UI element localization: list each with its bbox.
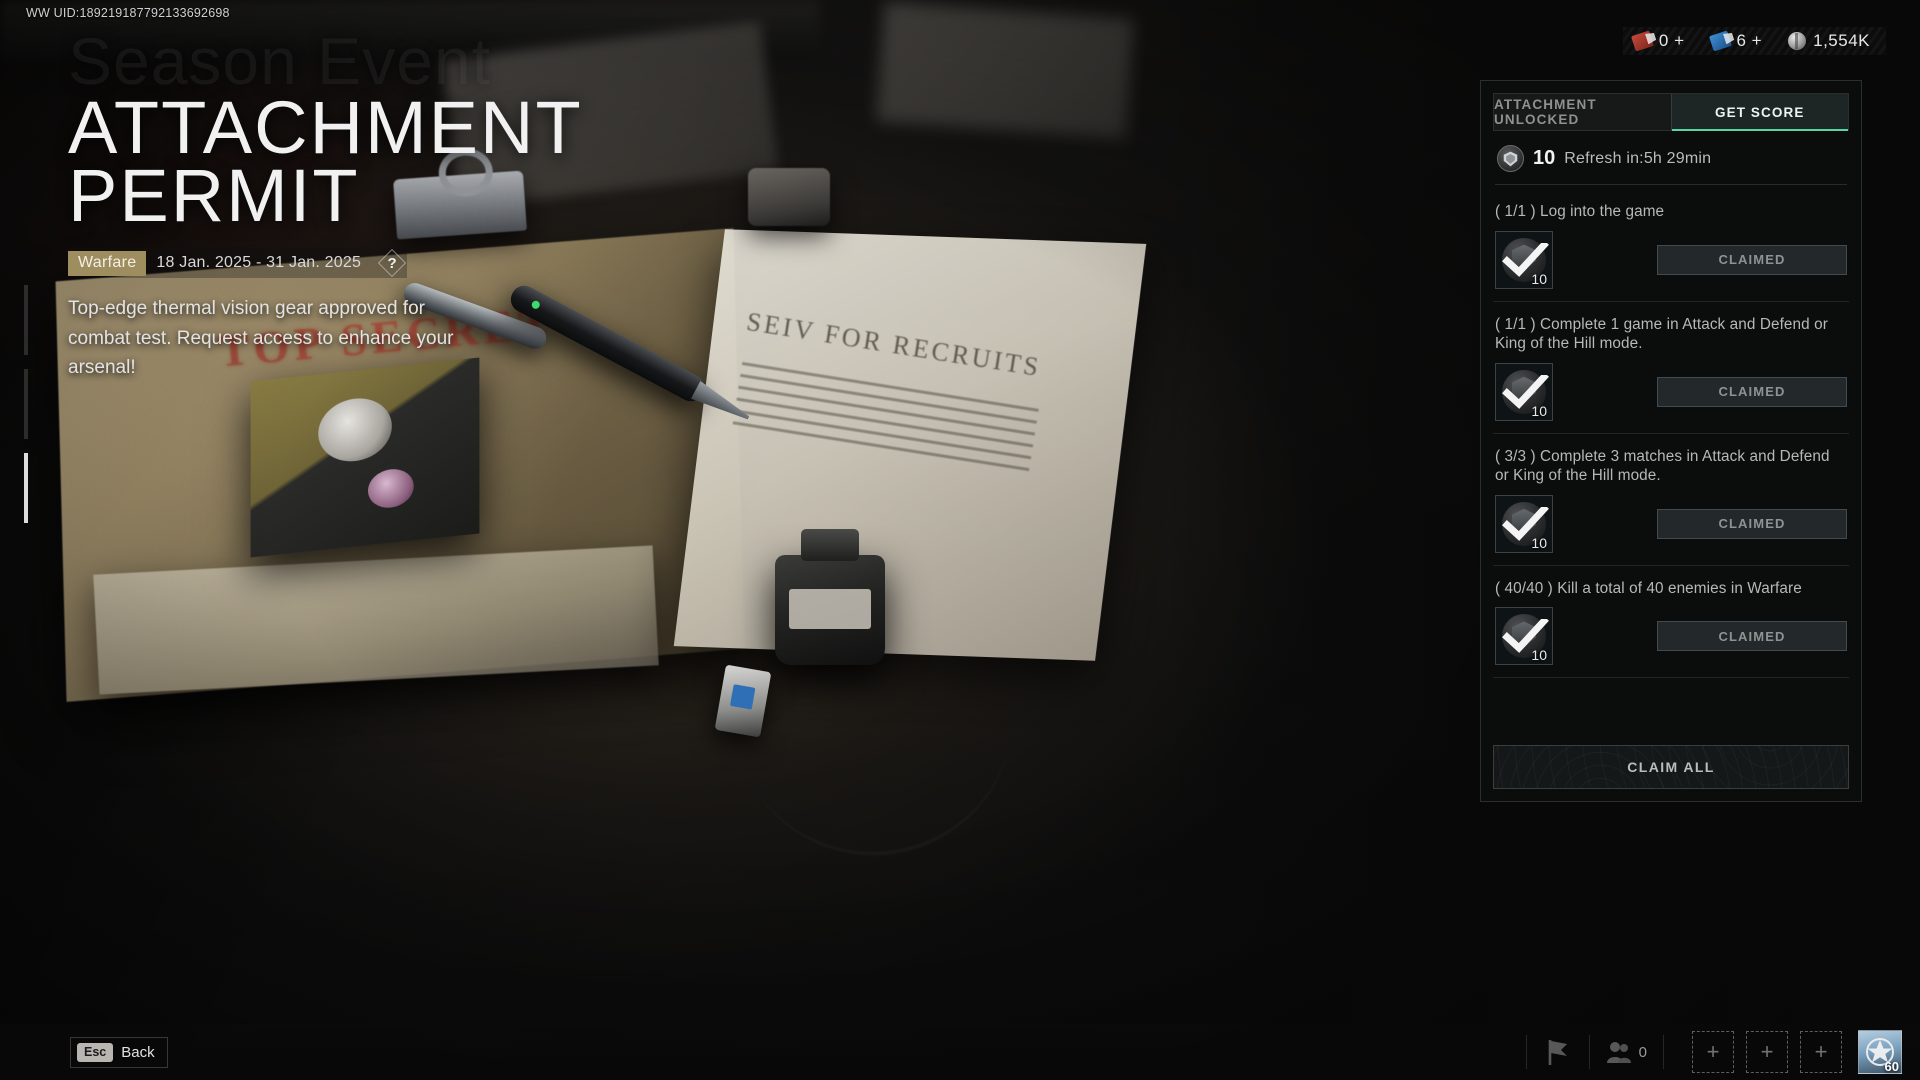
party-slot-3[interactable]: +: [1800, 1031, 1842, 1073]
player-avatar[interactable]: 60: [1858, 1030, 1902, 1074]
currency-item-blue-ticket[interactable]: 6 +: [1708, 30, 1763, 52]
currency-item-red-ticket[interactable]: 0 +: [1630, 30, 1685, 52]
season-event-ghost-title: Season Event: [68, 24, 491, 98]
reward-icon: 10: [1495, 362, 1553, 421]
party-slot-2[interactable]: +: [1746, 1031, 1788, 1073]
friends-indicator[interactable]: 0: [1606, 1039, 1647, 1065]
panel-body: ATTACHMENT UNLOCKED GET SCORE 10 Refresh…: [1481, 81, 1861, 745]
task-row: ( 40/40 ) Kill a total of 40 enemies in …: [1493, 566, 1849, 679]
blue-ticket-icon: [1708, 30, 1732, 52]
claim-button[interactable]: CLAIMED: [1657, 244, 1847, 275]
claim-button[interactable]: CLAIMED: [1657, 508, 1847, 539]
task-reward-row: 10 CLAIMED: [1495, 494, 1847, 553]
task-reward-row: 10 CLAIMED: [1495, 607, 1847, 666]
task-row: ( 3/3 ) Complete 3 matches in Attack and…: [1493, 434, 1849, 566]
user-id-label: WW UID:189219187792133692698: [26, 6, 230, 20]
red-ticket-value: 0 +: [1658, 31, 1685, 50]
page-title: ATTACHMENT PERMIT: [68, 86, 708, 238]
player-level: 60: [1884, 1059, 1899, 1074]
score-refresh-row: 10 Refresh in:5h 29min: [1493, 131, 1849, 184]
score-value: 10: [1533, 147, 1556, 169]
bottom-bar: Esc Back 0 + + + 60: [0, 1024, 1920, 1080]
task-reward-row: 10 CLAIMED: [1495, 230, 1847, 289]
refresh-timer-label: Refresh in:5h 29min: [1564, 149, 1712, 167]
silver-coin-icon: [1788, 32, 1807, 50]
event-description: Top-edge thermal vision gear approved fo…: [68, 298, 454, 379]
task-description: ( 3/3 ) Complete 3 matches in Attack and…: [1495, 447, 1830, 485]
reward-icon: 10: [1495, 494, 1553, 553]
help-icon-glyph: ?: [387, 254, 397, 272]
tab-get-score[interactable]: GET SCORE: [1670, 94, 1848, 131]
reward-icon: 10: [1495, 230, 1553, 289]
back-button-label: Back: [121, 1043, 155, 1061]
ink-bottle: [775, 529, 885, 665]
background-paper-blurred-2: [876, 1, 1134, 139]
esc-key-badge: Esc: [77, 1042, 114, 1062]
mode-badge: Warfare: [68, 250, 147, 276]
claim-all-button[interactable]: CLAIM ALL: [1493, 745, 1849, 789]
task-row: ( 1/1 ) Complete 1 game in Attack and De…: [1493, 302, 1849, 434]
currency-item-silver-coin[interactable]: 1,554K: [1788, 31, 1870, 51]
party-slot-1[interactable]: +: [1692, 1031, 1734, 1073]
separator: [1525, 1035, 1527, 1069]
task-reward-row: 10 CLAIMED: [1495, 362, 1847, 421]
reward-quantity: 10: [1531, 647, 1547, 664]
currency-bar: 0 + 6 + 1,554K: [1623, 27, 1886, 55]
bottom-right-controls: 0 + + + 60: [1510, 1030, 1902, 1074]
separator: [1663, 1035, 1664, 1069]
separator: [1588, 1035, 1590, 1069]
help-icon[interactable]: ?: [379, 250, 405, 276]
flag-icon[interactable]: [1543, 1037, 1573, 1067]
friends-count: 0: [1638, 1043, 1647, 1061]
page-indicator[interactable]: [24, 285, 28, 523]
game-screen: TOP SECRET SEIV FOR RECRUITS WW UID:1892…: [0, 0, 1920, 1080]
task-row: ( 1/1 ) Log into the game 10 CLAIMED: [1493, 189, 1849, 302]
task-list: ( 1/1 ) Log into the game 10 CLAIMED (1…: [1493, 185, 1849, 745]
score-shield-icon: [1497, 145, 1524, 172]
reward-icon: 10: [1495, 607, 1553, 666]
small-jar: [748, 168, 830, 226]
tab-attachment-unlocked[interactable]: ATTACHMENT UNLOCKED: [1494, 94, 1671, 130]
red-ticket-icon: [1630, 30, 1654, 52]
floppy-hub: [318, 394, 392, 465]
panel-footer: CLAIM ALL: [1481, 745, 1861, 801]
floppy-disk-device: [250, 357, 480, 558]
event-meta-row: Warfare 18 Jan. 2025 - 31 Jan. 2025 ?: [68, 248, 408, 279]
event-hero: Season Event ATTACHMENT PERMIT Warfare 1…: [68, 28, 708, 382]
claim-button[interactable]: CLAIMED: [1657, 376, 1847, 407]
reward-quantity: 10: [1531, 402, 1547, 419]
page-indicator-segment-3-active[interactable]: [24, 453, 28, 523]
task-description: ( 40/40 ) Kill a total of 40 enemies in …: [1495, 579, 1802, 597]
task-description: ( 1/1 ) Log into the game: [1495, 203, 1665, 220]
event-rewards-panel: ATTACHMENT UNLOCKED GET SCORE 10 Refresh…: [1480, 80, 1862, 802]
ink-bottle-label: [789, 589, 871, 629]
floppy-hub-secondary: [367, 466, 414, 510]
blue-ticket-value: 6 +: [1736, 31, 1763, 50]
friends-icon: [1606, 1042, 1631, 1063]
shield-glyph: [1503, 151, 1518, 166]
page-indicator-segment-1[interactable]: [24, 285, 28, 355]
task-description: ( 1/1 ) Complete 1 game in Attack and De…: [1495, 315, 1828, 353]
reward-quantity: 10: [1531, 534, 1547, 551]
page-title-line-2: PERMIT: [68, 154, 360, 238]
silver-coin-value: 1,554K: [1813, 31, 1870, 50]
reward-quantity: 10: [1531, 270, 1547, 287]
usb-connector: [729, 684, 756, 710]
panel-tabs: ATTACHMENT UNLOCKED GET SCORE: [1493, 93, 1849, 131]
page-indicator-segment-2[interactable]: [24, 369, 28, 439]
claim-button[interactable]: CLAIMED: [1657, 621, 1847, 652]
page-title-line-1: ATTACHMENT: [68, 86, 583, 169]
back-button[interactable]: Esc Back: [70, 1036, 168, 1068]
event-date-range: 18 Jan. 2025 - 31 Jan. 2025: [156, 254, 362, 272]
